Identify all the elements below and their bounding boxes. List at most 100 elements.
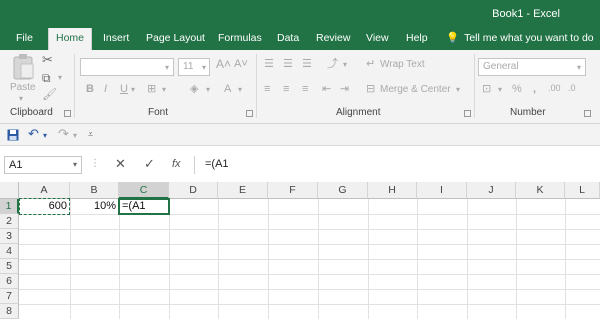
tab-page-layout[interactable]: Page Layout [146,28,205,50]
comma-icon[interactable]: , [533,83,536,95]
chevron-down-icon: ▾ [206,85,211,94]
format-painter-icon[interactable]: 🖌 [42,88,57,100]
font-size-value: 11 [183,61,194,72]
number-launcher-icon[interactable] [584,110,591,117]
tab-view[interactable]: View [366,28,389,50]
tab-file[interactable]: File [16,28,33,50]
alignment-launcher-icon[interactable] [464,110,471,117]
font-name-select[interactable]: ▾ [80,58,174,76]
column-header[interactable]: B [70,182,119,199]
formula-input[interactable]: =(A1 [194,156,596,174]
insert-function-icon[interactable]: fx [172,157,181,171]
align-top-icon[interactable]: ☰ [264,58,274,70]
drag-handle-icon[interactable]: ⋮ [90,158,100,170]
row-header[interactable]: 6 [0,274,19,289]
title-bar: Book1 - Excel [0,0,600,28]
cancel-icon[interactable]: ✕ [115,157,126,171]
lightbulb-icon: 💡 [446,32,460,44]
tell-me-box[interactable]: 💡 Tell me what you want to do [446,28,594,50]
increase-font-icon[interactable]: A˄ [216,58,231,70]
tab-data[interactable]: Data [277,28,299,50]
italic-icon[interactable]: I [104,83,107,95]
grid-line [19,274,600,275]
percent-icon[interactable]: % [512,83,522,95]
redo-icon[interactable]: ↷ [58,127,69,140]
chevron-down-icon: ▾ [19,94,24,103]
number-format-select[interactable]: General ▾ [478,58,586,76]
decrease-indent-icon[interactable]: ⇤ [322,83,331,95]
clipboard-launcher-icon[interactable] [64,110,71,117]
decrease-font-icon[interactable]: A˅ [234,58,248,70]
increase-decimal-icon[interactable]: .00 [548,82,561,94]
align-left-icon[interactable]: ≡ [264,83,270,95]
row-header[interactable]: 2 [0,214,19,229]
customize-qat-icon[interactable]: ⩡ [88,128,93,140]
chevron-down-icon: ▾ [343,60,348,69]
row-header[interactable]: 8 [0,304,19,319]
column-header[interactable]: D [169,182,218,199]
font-group-label: Font [148,107,169,118]
worksheet-grid[interactable]: A B C D E F G H I J K L 1 2 3 4 5 6 7 8 … [0,182,600,319]
wrap-text-label: Wrap Text [380,59,425,70]
column-header[interactable]: E [218,182,268,199]
font-color-icon[interactable]: A [224,83,231,95]
decrease-decimal-icon[interactable]: .0 [568,82,576,94]
chevron-down-icon: ▾ [162,85,167,94]
row-header[interactable]: 5 [0,259,19,274]
bold-icon[interactable]: B [86,83,94,95]
select-all-corner[interactable] [0,182,19,199]
fill-color-icon[interactable]: ◈ [190,83,198,95]
column-header[interactable]: H [368,182,417,199]
tab-review[interactable]: Review [316,28,350,50]
tab-help[interactable]: Help [406,28,428,50]
column-header[interactable]: K [516,182,565,199]
column-header[interactable]: C [119,182,169,199]
number-group-label: Number [510,107,546,118]
chevron-down-icon: ▾ [164,63,169,72]
orientation-icon[interactable]: ⤴ [327,58,338,70]
group-divider [256,54,257,118]
formula-text: =(A1 [205,158,229,170]
align-middle-icon[interactable]: ☰ [283,58,293,70]
tab-home[interactable]: Home [48,28,92,50]
undo-icon[interactable]: ↶ [28,127,39,140]
alignment-group-label: Alignment [336,107,381,118]
paste-button[interactable]: Paste ▾ [8,54,38,103]
name-box[interactable]: A1 ▾ [4,156,82,174]
column-header[interactable]: A [19,182,70,199]
paste-label: Paste [10,82,36,93]
row-header[interactable]: 1 [0,199,19,214]
font-launcher-icon[interactable] [246,110,253,117]
save-icon[interactable] [7,129,19,141]
row-header[interactable]: 7 [0,289,19,304]
increase-indent-icon[interactable]: ⇥ [340,83,349,95]
tab-insert[interactable]: Insert [103,28,129,50]
align-right-icon[interactable]: ≡ [302,83,308,95]
group-divider [74,54,75,118]
formula-bar: A1 ▾ ⋮ ✕ ✓ fx =(A1 [0,146,600,180]
enter-icon[interactable]: ✓ [144,157,155,171]
row-header[interactable]: 3 [0,229,19,244]
column-header[interactable]: G [318,182,368,199]
number-format-value: General [483,61,519,72]
accounting-icon[interactable]: ⊡ [482,83,491,95]
column-header[interactable]: I [417,182,467,199]
column-header[interactable]: J [467,182,516,199]
cut-icon[interactable]: ✂ [42,53,53,66]
chevron-down-icon: ▾ [72,160,77,169]
align-bottom-icon[interactable]: ☰ [302,58,312,70]
align-center-icon[interactable]: ≡ [283,83,289,95]
grid-line [19,259,600,260]
underline-icon[interactable]: U [120,83,128,95]
cell-b1[interactable]: 10% [70,199,119,214]
font-size-select[interactable]: 11 ▾ [178,58,210,76]
row-header[interactable]: 4 [0,244,19,259]
window-title: Book1 - Excel [492,8,560,20]
merge-center-label: Merge & Center [380,84,451,95]
column-header[interactable]: L [565,182,600,199]
tab-formulas[interactable]: Formulas [218,28,262,50]
column-header[interactable]: F [268,182,318,199]
copy-icon[interactable]: ⧉ [42,72,51,84]
borders-icon[interactable]: ⊞ [147,83,156,95]
chevron-down-icon: ▾ [201,63,206,72]
